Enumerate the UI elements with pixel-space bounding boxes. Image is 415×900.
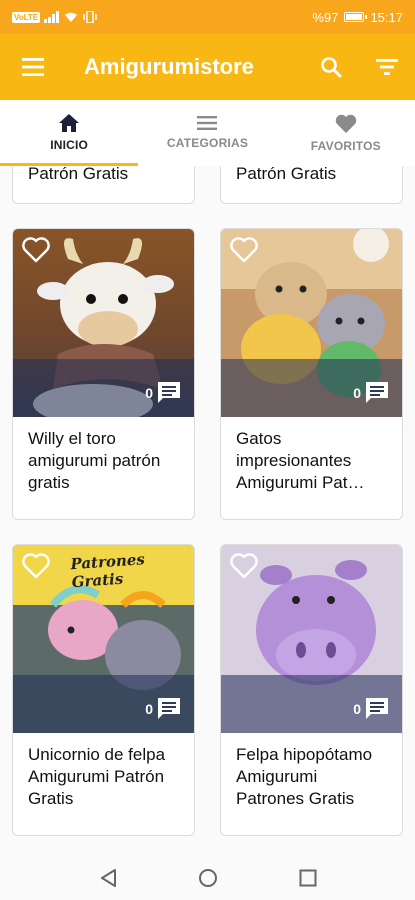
favorite-icon[interactable]	[21, 553, 51, 579]
volte-indicator: VoLTE	[12, 11, 41, 23]
filter-icon	[376, 59, 398, 75]
comment-icon	[366, 698, 388, 719]
heart-icon	[335, 114, 357, 133]
product-card[interactable]: Patrones Gratis 0 Unicornio de felpa Ami…	[12, 544, 195, 836]
home-icon	[59, 114, 80, 132]
tab-categorias[interactable]: CATEGORIAS	[138, 100, 276, 166]
vibrate-icon	[83, 11, 97, 23]
search-icon	[321, 57, 342, 78]
product-image: Patrones Gratis 0	[13, 545, 194, 733]
tab-favoritos[interactable]: FAVORITOS	[277, 100, 415, 166]
back-button[interactable]	[88, 858, 128, 898]
product-card[interactable]: 0 Felpa hipopótamo Amigurumi Patrones Gr…	[220, 544, 403, 836]
menu-icon	[22, 58, 44, 76]
signal-icon	[44, 11, 60, 23]
system-nav-bar	[0, 856, 415, 900]
app-title: Amigurumistore	[84, 54, 254, 79]
product-image: 0	[13, 229, 194, 417]
comment-icon	[158, 382, 180, 403]
product-card[interactable]: 0 Gatos impresionantes Amigurumi Pat…	[220, 228, 403, 520]
comment-icon	[158, 698, 180, 719]
tab-label: INICIO	[50, 138, 89, 152]
tab-label: FAVORITOS	[310, 138, 381, 153]
home-circle-icon	[198, 869, 217, 887]
back-icon	[100, 869, 116, 887]
favorite-icon[interactable]	[21, 237, 51, 263]
battery-icon	[344, 12, 368, 22]
product-grid: Patrón Gratis Patrón Gratis 0 Willy el t…	[0, 166, 415, 856]
menu-button[interactable]	[0, 34, 66, 100]
product-card[interactable]: Patrón Gratis	[12, 166, 195, 204]
filter-button[interactable]	[359, 34, 415, 100]
tab-inicio[interactable]: INICIO	[0, 100, 138, 166]
list-icon	[197, 116, 218, 130]
card-title: Felpa hipopótamo Amigurumi Patrones Grat…	[236, 745, 373, 808]
status-bar: VoLTE %97 15:17	[0, 0, 415, 34]
tab-bar: INICIO CATEGORIAS FAVORITOS	[0, 100, 415, 166]
comment-icon	[366, 382, 388, 403]
app-bar: Amigurumistore	[0, 34, 415, 100]
product-card[interactable]: 0 Willy el toro amigurumi patrón gratis	[12, 228, 195, 520]
card-title: Willy el toro amigurumi patrón gratis	[28, 429, 161, 492]
comment-count: 0	[353, 382, 388, 403]
recents-button[interactable]	[288, 858, 328, 898]
home-button[interactable]	[188, 858, 228, 898]
card-title: Gatos impresionantes Amigurumi Pat…	[236, 429, 365, 492]
recents-icon	[299, 869, 316, 887]
product-card[interactable]: Patrón Gratis	[220, 166, 403, 204]
card-title: Patrón Gratis	[236, 166, 337, 183]
card-title: Unicornio de felpa Amigurumi Patrón Grat…	[28, 745, 166, 808]
comment-count: 0	[145, 698, 180, 719]
battery-percent: %97	[312, 9, 339, 25]
tab-label: CATEGORIAS	[166, 136, 249, 150]
product-image: 0	[221, 229, 402, 417]
favorite-icon[interactable]	[229, 553, 259, 579]
favorite-icon[interactable]	[229, 237, 259, 263]
wifi-icon	[65, 12, 78, 22]
clock: 15:17	[370, 9, 403, 25]
comment-count: 0	[145, 382, 180, 403]
card-title: Patrón Gratis	[28, 166, 129, 183]
search-button[interactable]	[303, 34, 359, 100]
comment-count: 0	[353, 698, 388, 719]
product-image: 0	[221, 545, 402, 733]
